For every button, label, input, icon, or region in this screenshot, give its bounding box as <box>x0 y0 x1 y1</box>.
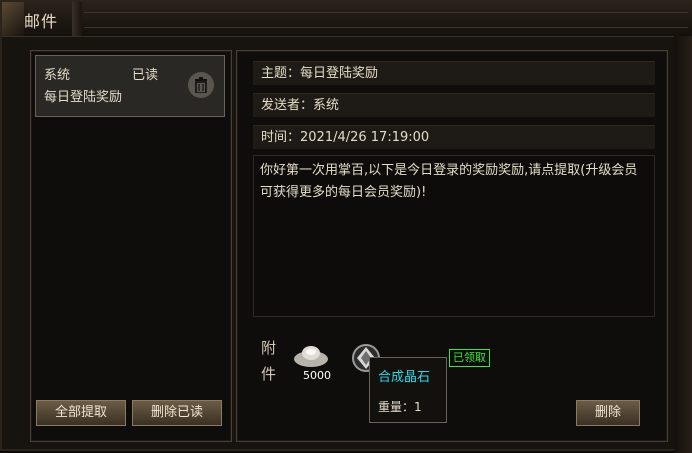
item-tooltip: 合成晶石 重量：1 <box>369 357 447 423</box>
trash-glyph <box>195 77 207 93</box>
delete-button[interactable]: 删除 <box>576 400 640 426</box>
silver-ingot-icon <box>294 346 328 367</box>
mail-window: 邮件 系统 已读 每日登陆奖励 主题：每日登陆奖励 发送者：系统 时间：2021… <box>0 0 692 453</box>
title-bar: 邮件 <box>2 2 692 37</box>
sender-field: 发送者：系统 <box>253 93 655 117</box>
corner-ornament <box>2 2 24 36</box>
silver-quantity: 5000 <box>303 369 331 382</box>
side-ornament <box>674 36 692 453</box>
trash-icon[interactable] <box>188 72 214 98</box>
mail-subject: 每日登陆奖励 <box>44 90 123 105</box>
subject-field: 主题：每日登陆奖励 <box>253 61 655 85</box>
mail-list-panel: 系统 已读 每日登陆奖励 <box>30 50 232 442</box>
attachments-label: 附件 <box>261 339 277 383</box>
tooltip-item-weight: 重量：1 <box>378 400 422 414</box>
mail-detail-panel: 主题：每日登陆奖励 发送者：系统 时间：2021/4/26 17:19:00 你… <box>236 50 668 442</box>
title-rule <box>84 12 688 28</box>
delete-read-button[interactable]: 删除已读 <box>132 400 222 426</box>
tooltip-item-name: 合成晶石 <box>378 370 431 385</box>
window-title: 邮件 <box>24 12 59 31</box>
mail-sender: 系统 <box>44 68 71 83</box>
title-ornament <box>72 2 82 36</box>
claim-all-button[interactable]: 全部提取 <box>36 400 126 426</box>
time-field: 时间：2021/4/26 17:19:00 <box>253 125 655 149</box>
mail-list-item[interactable]: 系统 已读 每日登陆奖励 <box>35 55 225 117</box>
mail-read-status: 已读 <box>132 68 159 83</box>
mail-body: 你好第一次用掌百,以下是今日登录的奖励奖励,请点提取(升级会员可获得更多的每日会… <box>253 155 655 317</box>
claimed-badge: 已领取 <box>449 349 490 367</box>
